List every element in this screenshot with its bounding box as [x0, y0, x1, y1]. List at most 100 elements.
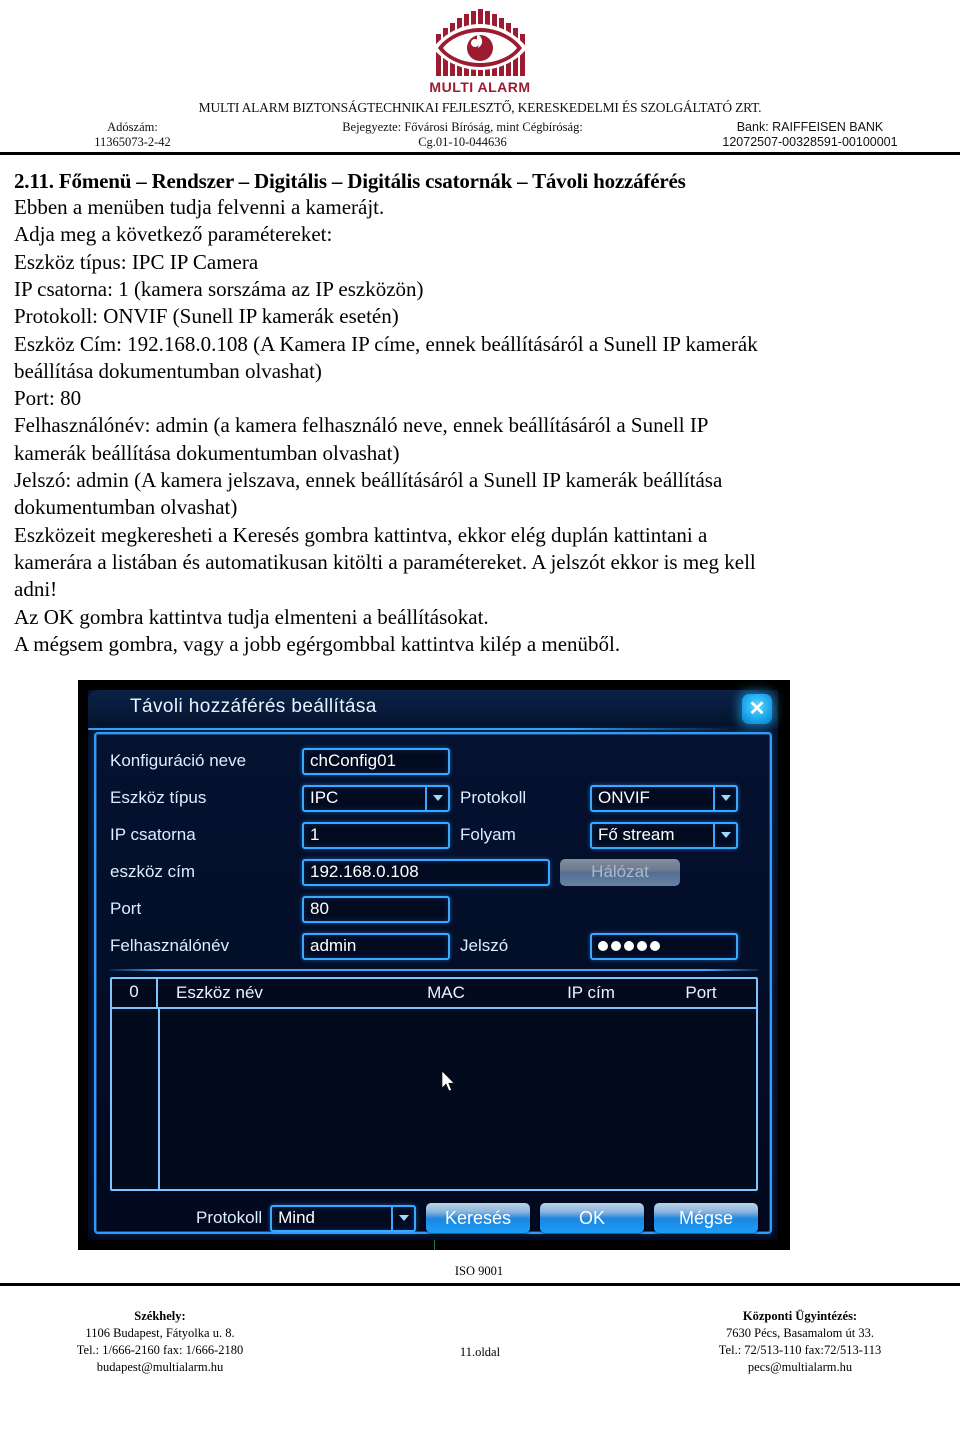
protocol-select[interactable]: ONVIF — [590, 784, 738, 812]
iso-certification: ISO 9001 — [454, 1264, 504, 1279]
footer-central-office: Központi Ügyintézés: 7630 Pécs, Basamalo… — [640, 1308, 960, 1376]
body-line: adni! — [14, 577, 58, 602]
password-label: Jelszó — [460, 936, 509, 956]
password-masked-dots — [598, 938, 663, 955]
filter-protocol-label: Protokoll — [196, 1208, 263, 1228]
device-type-select[interactable]: IPC — [302, 784, 450, 812]
form-row-device-address: eszköz cím 192.168.0.108 Hálózat — [110, 855, 758, 889]
table-header-ip: IP cím — [567, 983, 615, 1003]
table-header-mac: MAC — [427, 983, 465, 1003]
body-line: Eszköz típus: IPC IP Camera — [14, 249, 259, 274]
central-office-address: 7630 Pécs, Basamalom út 33. — [726, 1326, 874, 1341]
protocol-value: ONVIF — [598, 788, 650, 808]
table-header-index: 0 — [112, 979, 158, 1008]
body-line: Protokoll: ONVIF (Sunell IP kamerák eset… — [14, 304, 399, 329]
body-line: Ebben a menüben tudja felvenni a kameráj… — [14, 195, 385, 220]
dialog-action-bar: Protokoll Mind Keresés OK Mégse — [110, 1203, 758, 1234]
chevron-down-icon — [391, 1204, 414, 1232]
body-line: Eszközeit megkeresheti a Keresés gombra … — [14, 522, 708, 547]
chevron-down-icon — [713, 821, 736, 849]
headquarters-address: 1106 Budapest, Fátyolka u. 8. — [85, 1326, 235, 1341]
password-dot — [650, 940, 660, 951]
bank-account-number: 12072507-00328591-00100001 — [722, 134, 898, 149]
chevron-down-icon — [425, 784, 448, 812]
protocol-label: Protokoll — [460, 788, 527, 808]
form-row-config-name: Konfiguráció neve chConfig01 — [110, 744, 758, 778]
page-title: 2.11. Főmenü – Rendszer – Digitális – Di… — [14, 168, 686, 193]
court-registration-label: Bejegyezte: Fővárosi Bíróság, mint Cégbí… — [342, 120, 583, 134]
table-header-port: Port — [685, 983, 717, 1003]
bank-block: Bank: RAIFFEISEN BANK 12072507-00328591-… — [660, 120, 960, 150]
filter-protocol-value: Mind — [278, 1208, 315, 1228]
body-line: A mégsem gombra, vagy a jobb egérgombbal… — [14, 631, 621, 656]
court-registration-value: Cg.01-10-044636 — [418, 134, 507, 149]
mouse-cursor-icon — [442, 1071, 455, 1092]
central-office-phone: Tel.: 72/513-110 fax:72/513-113 — [718, 1342, 882, 1357]
tax-number-value: 11365073-2-42 — [94, 134, 171, 149]
config-name-input[interactable]: chConfig01 — [302, 747, 450, 775]
table-body[interactable] — [112, 1009, 756, 1190]
dialog-body: Konfiguráció neve chConfig01 Eszköz típu… — [94, 732, 772, 1235]
password-dot — [637, 940, 647, 951]
tax-number-block: Adószám: 11365073-2-42 — [0, 120, 265, 150]
table-column-divider — [158, 1009, 160, 1190]
chevron-down-icon — [713, 784, 736, 812]
court-registration-block: Bejegyezte: Fővárosi Bíróság, mint Cégbí… — [265, 120, 660, 150]
form-row-port: Port 80 — [110, 892, 758, 926]
password-input[interactable] — [590, 932, 738, 960]
dialog-title-bar: Távoli hozzáférés beállítása ✕ — [88, 690, 778, 731]
device-type-label: Eszköz típus — [110, 788, 207, 808]
bank-label: Bank: RAIFFEISEN BANK — [736, 120, 884, 134]
dialog-form: Konfiguráció neve chConfig01 Eszköz típu… — [110, 744, 758, 963]
body-line: dokumentumban olvashat) — [14, 495, 238, 520]
page-footer: Székhely: 1106 Budapest, Fátyolka u. 8. … — [0, 1308, 960, 1376]
body-line: Jelszó: admin (A kamera jelszava, ennek … — [14, 468, 723, 493]
password-dot — [624, 940, 634, 951]
company-name: MULTI ALARM BIZTONSÁGTECHNIKAI FEJLESZTŐ… — [198, 100, 762, 115]
document-body: Ebben a menüben tudja felvenni a kameráj… — [14, 194, 944, 658]
filter-protocol-select[interactable]: Mind — [270, 1204, 416, 1232]
port-input[interactable]: 80 — [302, 895, 450, 923]
company-registration-row: Adószám: 11365073-2-42 Bejegyezte: Fővár… — [0, 120, 960, 150]
body-line: beállítása dokumentumban olvashat) — [14, 358, 322, 383]
username-input[interactable]: admin — [302, 932, 450, 960]
headquarters-phone: Tel.: 1/666-2160 fax: 1/666-2180 — [76, 1342, 244, 1357]
body-line: IP csatorna: 1 (kamera sorszáma az IP es… — [14, 277, 424, 301]
dialog-divider — [110, 969, 758, 972]
headquarters-email: budapest@multialarm.hu — [96, 1359, 224, 1374]
body-line: kamerára a listában és automatikusan kit… — [14, 549, 756, 574]
dialog-title: Távoli hozzáférés beállítása — [130, 696, 377, 718]
table-header-row: 0 Eszköz név MAC IP cím Port — [112, 979, 756, 1010]
dialog-screenshot: Távoli hozzáférés beállítása ✕ Konfigurá… — [78, 680, 790, 1251]
device-address-label: eszköz cím — [110, 862, 196, 882]
company-logo: MULTI ALARM — [0, 6, 960, 98]
multi-alarm-logo-icon: MULTI ALARM — [414, 6, 546, 96]
body-line: Eszköz Cím: 192.168.0.108 (A Kamera IP c… — [14, 331, 758, 356]
device-list-table: 0 Eszköz név MAC IP cím Port — [110, 977, 758, 1192]
tax-number-label: Adószám: — [107, 120, 158, 134]
body-line: Az OK gombra kattintva tudja elmenteni a… — [14, 604, 489, 629]
device-type-value: IPC — [310, 788, 339, 808]
network-button[interactable]: Hálózat — [560, 858, 680, 886]
port-label: Port — [110, 899, 142, 919]
ip-channel-input[interactable]: 1 — [302, 821, 450, 849]
password-dot — [598, 940, 608, 951]
username-label: Felhasználónév — [110, 936, 230, 956]
body-line: Port: 80 — [14, 386, 82, 411]
body-line: kamerák beállítása dokumentumban olvasha… — [14, 440, 400, 465]
stream-select[interactable]: Fő stream — [590, 821, 738, 849]
password-dot — [611, 940, 621, 951]
body-line: Adja meg a következő paramétereket: — [14, 222, 333, 247]
stream-value: Fő stream — [598, 825, 675, 845]
form-row-device-type: Eszköz típus IPC Protokoll ONVIF — [110, 781, 758, 815]
ok-button[interactable]: OK — [540, 1203, 644, 1234]
close-icon[interactable]: ✕ — [742, 694, 772, 725]
stream-label: Folyam — [460, 825, 516, 845]
search-button[interactable]: Keresés — [426, 1203, 530, 1234]
device-address-input[interactable]: 192.168.0.108 — [302, 858, 550, 886]
footer-page-number: 11.oldal — [459, 1345, 501, 1360]
document-content: 2.11. Főmenü – Rendszer – Digitális – Di… — [0, 155, 960, 1280]
cancel-button[interactable]: Mégse — [654, 1203, 758, 1234]
footer-divider — [0, 1283, 960, 1287]
logo-wordmark: MULTI ALARM — [429, 79, 530, 95]
